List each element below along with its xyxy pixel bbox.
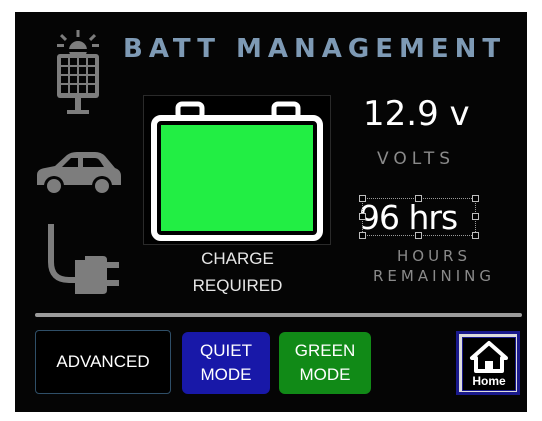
page-title: BATT MANAGEMENT (123, 34, 507, 64)
voltage-label: VOLTS (377, 149, 456, 169)
home-icon (470, 341, 508, 373)
text-selection-box (359, 195, 479, 239)
resize-handle[interactable] (359, 195, 366, 202)
resize-handle[interactable] (472, 232, 479, 239)
voltage-value: 12.9 v (363, 94, 470, 134)
resize-handle[interactable] (359, 232, 366, 239)
quiet-mode-label-line1: QUIET (200, 341, 252, 360)
charge-status-line2: REQUIRED (192, 276, 283, 295)
home-button-label: Home (472, 374, 506, 388)
battery-level-indicator (143, 95, 331, 245)
battery-management-screen: BATT MANAGEMENT CHARGE REQUIRED 12.9 v V… (15, 12, 527, 412)
resize-handle[interactable] (359, 213, 366, 220)
divider (35, 313, 522, 317)
resize-handle[interactable] (472, 213, 479, 220)
solar-panel-icon (43, 30, 113, 120)
resize-handle[interactable] (415, 195, 422, 202)
advanced-button-label: ADVANCED (56, 352, 150, 371)
green-mode-label-line2: MODE (299, 365, 351, 384)
battery-icon (151, 101, 323, 241)
resize-handle[interactable] (472, 195, 479, 202)
car-icon (31, 149, 123, 199)
power-plug-icon (41, 222, 121, 294)
home-button[interactable]: Home (456, 331, 520, 395)
quiet-mode-label-line2: MODE (200, 365, 252, 384)
charge-status-line1: CHARGE (201, 249, 274, 268)
green-mode-label-line1: GREEN (294, 341, 356, 360)
charge-status: CHARGE REQUIRED (175, 245, 300, 299)
hours-label-line1: HOURS (396, 247, 471, 265)
advanced-button[interactable]: ADVANCED (35, 330, 171, 394)
resize-handle[interactable] (415, 232, 422, 239)
green-mode-button[interactable]: GREEN MODE (279, 332, 371, 394)
hours-label: HOURS REMAINING (359, 246, 509, 286)
home-button-face: Home (462, 337, 516, 391)
quiet-mode-button[interactable]: QUIET MODE (182, 332, 270, 394)
battery-fill (161, 125, 313, 231)
hours-label-line2: REMAINING (372, 267, 495, 285)
